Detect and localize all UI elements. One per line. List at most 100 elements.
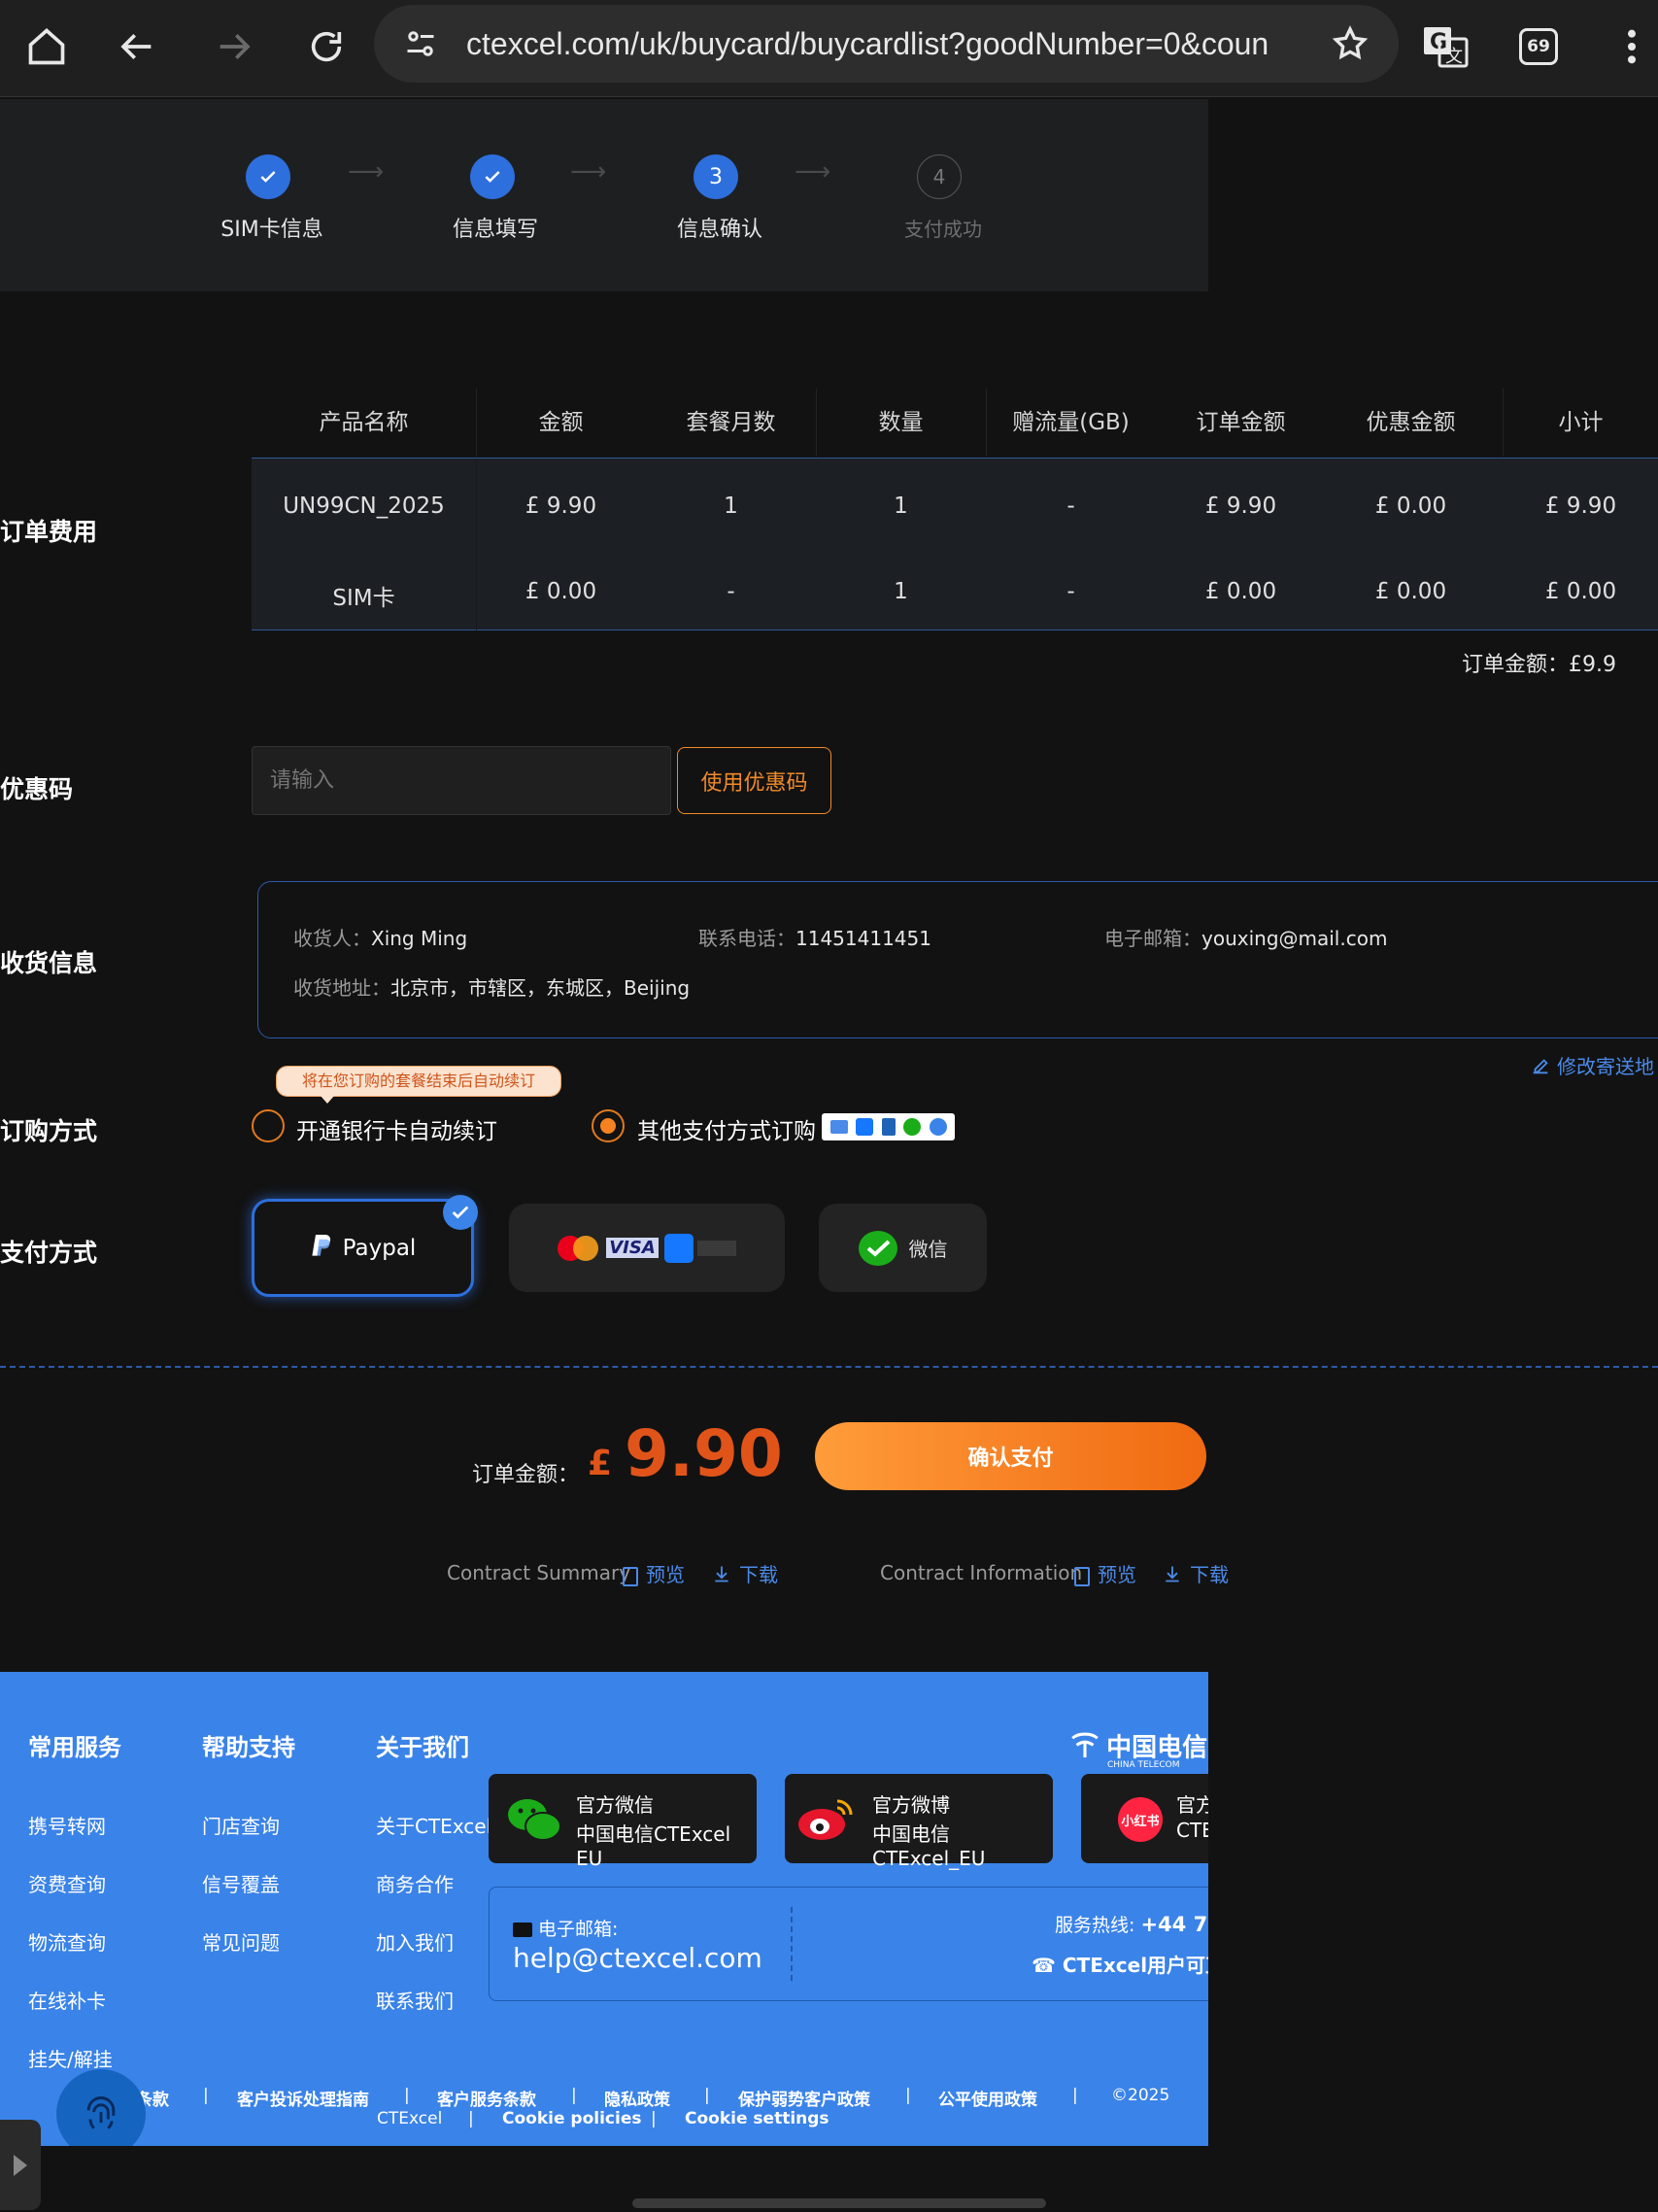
card-payment-option[interactable]: VISA <box>509 1204 785 1292</box>
mail-icon <box>513 1923 532 1937</box>
home-icon[interactable] <box>21 21 72 72</box>
table-cell: £ 0.00 <box>1374 493 1447 519</box>
tab-count: 69 <box>1519 28 1558 65</box>
contact-email-label: 电子邮箱: <box>538 1919 619 1940</box>
back-icon[interactable] <box>113 21 163 72</box>
footer-link[interactable]: 门店查询 <box>202 1811 280 1839</box>
footer-link[interactable]: 商务合作 <box>376 1869 454 1897</box>
footer-policy-link[interactable]: 客户服务条款 <box>437 2086 536 2110</box>
footer-brand: CTExcel <box>377 2109 443 2128</box>
hotline-note: ☎ CTExcel用户可直 <box>1032 1954 1208 1977</box>
alipay-icon <box>856 1118 873 1136</box>
checkout-stepper: SIM卡信息 ⟶ 信息填写 ⟶ 3 信息确认 ⟶ 4 支付成功 <box>0 99 1208 291</box>
footer-link[interactable]: 在线补卡 <box>28 1986 106 2014</box>
footer-col-title: 关于我们 <box>376 1734 469 1761</box>
footer-col-title: 常用服务 <box>28 1734 121 1761</box>
footer-link[interactable]: 物流查询 <box>28 1927 106 1956</box>
table-cell: 1 <box>894 579 908 604</box>
bookmark-star-icon[interactable] <box>1331 24 1370 67</box>
confirm-payment-button[interactable]: 确认支付 <box>815 1422 1206 1490</box>
bank-auto-renew-label[interactable]: 开通银行卡自动续订 <box>296 1112 497 1145</box>
other-payment-label[interactable]: 其他支付方式订购 <box>637 1112 816 1145</box>
auto-renew-tooltip: 将在您订购的套餐结束后自动续订 <box>276 1066 561 1104</box>
address-label: 收货地址： <box>293 976 390 1000</box>
contract-info-label: Contract Information <box>880 1561 1083 1584</box>
bank-auto-renew-radio[interactable] <box>252 1109 285 1142</box>
order-section-label: 订单费用 <box>0 518 98 546</box>
site-settings-icon[interactable] <box>403 26 438 65</box>
translate-icon[interactable]: G文 <box>1420 21 1471 72</box>
footer-policy-link[interactable]: 保护弱势客户政策 <box>738 2086 870 2110</box>
cookie-settings-link[interactable]: Cookie settings <box>685 2109 829 2128</box>
step-todo-number: 4 <box>917 154 962 199</box>
cookie-policies-link[interactable]: Cookie policies <box>502 2109 641 2128</box>
alipay-logo-icon <box>663 1233 694 1263</box>
weibo-name: 中国电信CTExcel_EU <box>872 1822 986 1870</box>
divider <box>791 1907 793 1981</box>
column-header: 数量 <box>878 410 924 435</box>
pay-icon <box>929 1118 947 1136</box>
order-total-text: 订单金额：£9.9 <box>1462 653 1616 677</box>
coupon-input[interactable] <box>252 746 671 815</box>
column-header: 套餐月数 <box>686 410 776 435</box>
edit-address-link[interactable]: 修改寄送地 <box>1530 1051 1654 1081</box>
url-text[interactable]: ctexcel.com/uk/buycard/buycardlist?goodN… <box>466 26 1292 65</box>
email-label: 电子邮箱： <box>1104 927 1201 950</box>
table-cell: £ 9.90 <box>524 493 597 519</box>
tabs-icon[interactable]: 69 <box>1513 21 1564 72</box>
footer-link[interactable]: 联系我们 <box>376 1986 454 2014</box>
edit-pencil-icon <box>1530 1055 1551 1081</box>
fingerprint-icon[interactable] <box>56 2069 146 2146</box>
contact-email[interactable]: help@ctexcel.com <box>513 1942 762 1974</box>
browser-toolbar: ctexcel.com/uk/buycard/buycardlist?goodN… <box>0 0 1658 97</box>
contract-summary-download-link[interactable]: 下载 <box>712 1559 778 1588</box>
step-arrow-icon: ⟶ <box>570 157 607 187</box>
footer-policy-link[interactable]: 隐私政策 <box>604 2086 670 2110</box>
recipient-label: 收货人： <box>293 927 371 950</box>
contract-info-download-link[interactable]: 下载 <box>1163 1559 1229 1588</box>
step-arrow-icon: ⟶ <box>348 157 385 187</box>
footer-policy-link[interactable]: 公平使用政策 <box>938 2086 1037 2110</box>
selected-check-icon <box>443 1195 478 1230</box>
contract-summary-label: Contract Summary <box>447 1561 631 1584</box>
column-header: 金额 <box>538 410 584 435</box>
summary-currency: £ <box>588 1444 613 1483</box>
table-cell: £ 0.00 <box>524 579 597 604</box>
phone-label: 联系电话： <box>698 927 795 950</box>
footer-policy-link[interactable]: 客户投诉处理指南 <box>237 2086 369 2110</box>
address-bar[interactable]: ctexcel.com/uk/buycard/buycardlist?goodN… <box>374 5 1399 83</box>
footer-link[interactable]: 加入我们 <box>376 1927 454 1956</box>
footer-link[interactable]: 资费查询 <box>28 1869 106 1897</box>
forward-icon[interactable] <box>208 21 258 72</box>
xiaohongshu-icon: 小红书 <box>1118 1797 1163 1842</box>
wechat-pay-option[interactable]: 微信 <box>819 1204 987 1292</box>
contract-summary-preview-link[interactable]: 预览 <box>623 1559 685 1587</box>
email-value: youxing@mail.com <box>1201 927 1388 950</box>
apply-coupon-button[interactable]: 使用优惠码 <box>677 747 831 814</box>
step-label-confirm: 信息确认 <box>676 218 762 242</box>
menu-kebab-icon[interactable] <box>1607 21 1657 72</box>
side-expand-tab[interactable] <box>0 2120 41 2210</box>
contract-info-preview-link[interactable]: 预览 <box>1074 1559 1136 1587</box>
svg-text:文: 文 <box>1445 47 1463 67</box>
step-done-icon <box>470 154 515 199</box>
footer-link[interactable]: 携号转网 <box>28 1811 106 1839</box>
column-header: 订单金额 <box>1196 410 1286 435</box>
footer-link[interactable]: 挂失/解挂 <box>28 2044 113 2072</box>
footer-col-title: 帮助支持 <box>202 1734 295 1761</box>
summary-amount: 9.90 <box>625 1416 783 1491</box>
other-payment-radio[interactable] <box>592 1109 625 1142</box>
weibo-official-card[interactable]: 官方微博 中国电信CTExcel_EU <box>785 1774 1053 1870</box>
footer-link[interactable]: 常见问题 <box>202 1927 280 1956</box>
mastercard-icon <box>558 1235 599 1261</box>
xiaohongshu-official-card[interactable]: 小红书 官方 CTE <box>1081 1774 1208 1863</box>
hotline: 服务热线: +44 7 <box>1055 1913 1208 1936</box>
paypal-option[interactable]: Paypal <box>252 1199 474 1297</box>
wechat-official-card[interactable]: 官方微信 中国电信CTExcel EU <box>489 1774 757 1870</box>
footer-link[interactable]: 关于CTExcel <box>376 1811 491 1839</box>
reload-icon[interactable] <box>301 21 352 72</box>
footer-link[interactable]: 信号覆盖 <box>202 1869 280 1897</box>
summary-total-label: 订单金额： <box>472 1463 580 1487</box>
step-done-icon <box>246 154 290 199</box>
wechat-title: 官方微信 <box>576 1793 654 1817</box>
